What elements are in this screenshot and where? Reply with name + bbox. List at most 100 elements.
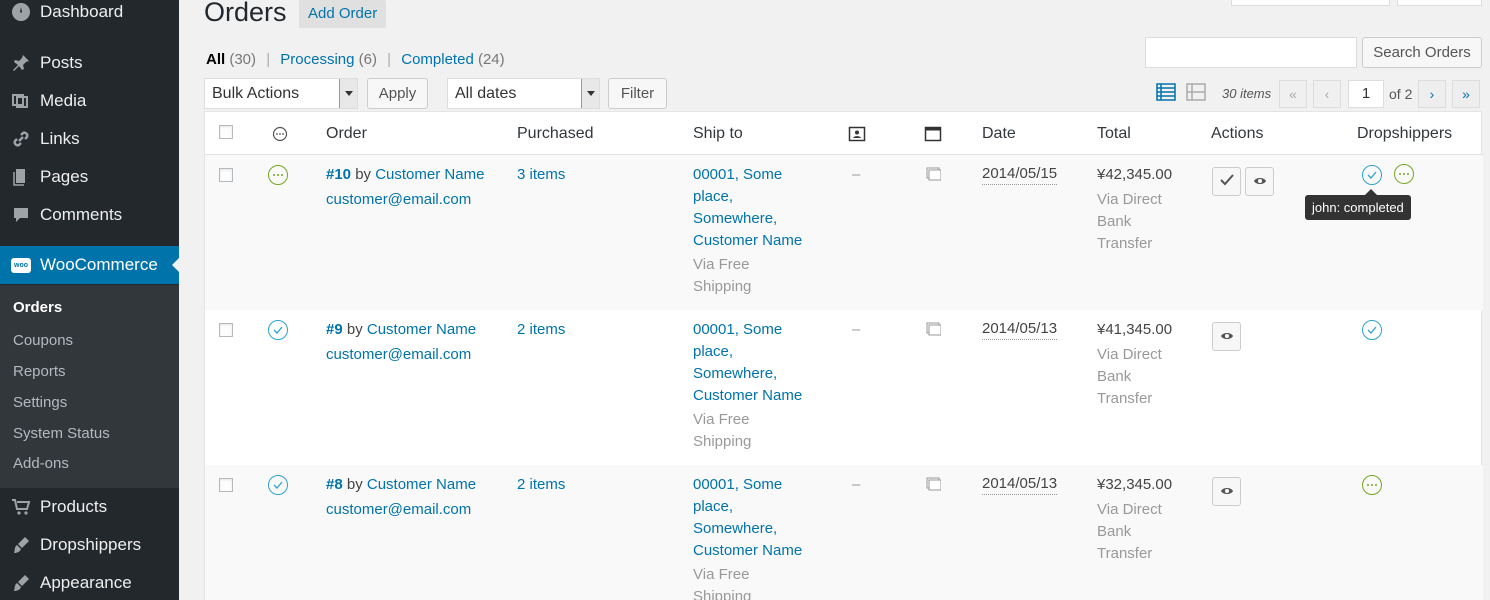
order-note-icon[interactable] [926, 167, 942, 185]
order-date: 2014/05/15 [982, 164, 1058, 185]
last-page-button[interactable]: » [1452, 80, 1480, 108]
order-number-link[interactable]: #8 [326, 476, 343, 493]
order-by-text: by [355, 166, 372, 183]
select-all-checkbox[interactable] [219, 125, 233, 139]
search-input[interactable] [1145, 37, 1357, 68]
customer-message-empty: – [852, 166, 861, 183]
bulk-actions-select[interactable]: Bulk Actions [204, 78, 358, 109]
column-purchased[interactable]: Purchased [517, 125, 594, 143]
submenu-reports[interactable]: Reports [13, 363, 66, 380]
current-page-input[interactable]: 1 [1348, 80, 1384, 108]
column-ship-to[interactable]: Ship to [693, 125, 743, 143]
complete-order-button[interactable] [1212, 167, 1241, 196]
address-line[interactable]: Somewhere, [693, 208, 802, 230]
sidebar-item-dropshippers[interactable]: Dropshippers [0, 526, 179, 564]
ship-to-address[interactable]: 00001, Some place, Somewhere, Customer N… [693, 319, 802, 453]
submenu-add-ons[interactable]: Add-ons [13, 455, 69, 472]
apply-button[interactable]: Apply [367, 78, 428, 109]
view-all[interactable]: All [206, 51, 225, 68]
submenu-system-status[interactable]: System Status [13, 425, 110, 442]
sidebar-item-posts[interactable]: Posts [0, 44, 179, 82]
address-line[interactable]: Customer Name [693, 385, 802, 407]
order-status-views: All (30) | Processing (6) | Completed (2… [206, 51, 505, 68]
dropshipper-processing-icon[interactable] [1362, 475, 1382, 495]
customer-email-link[interactable]: customer@email.com [326, 499, 471, 521]
view-order-button[interactable] [1245, 167, 1274, 196]
screen-options-tab[interactable] [1231, 0, 1390, 6]
purchased-items-link[interactable]: 2 items [517, 474, 565, 496]
first-page-button[interactable]: « [1279, 80, 1307, 108]
page-title: Orders [204, 0, 287, 27]
address-line[interactable]: 00001, Some [693, 164, 802, 186]
address-line[interactable]: Customer Name [693, 540, 802, 562]
sidebar-item-products[interactable]: Products [0, 488, 179, 526]
column-order[interactable]: Order [326, 125, 367, 143]
view-order-button[interactable] [1212, 322, 1241, 351]
sidebar-item-woocommerce[interactable]: woo WooCommerce [0, 246, 180, 284]
sidebar-item-comments[interactable]: Comments [0, 196, 179, 234]
order-number-link[interactable]: #9 [326, 321, 343, 338]
submenu-orders[interactable]: Orders [13, 299, 62, 316]
customer-email-link[interactable]: customer@email.com [326, 189, 471, 211]
customer-name-link[interactable]: Customer Name [367, 476, 476, 493]
dropshipper-completed-icon[interactable] [1362, 320, 1382, 340]
customer-message-icon [848, 125, 866, 147]
address-line[interactable]: place, [693, 341, 802, 363]
view-processing[interactable]: Processing [280, 51, 354, 68]
sidebar-item-links[interactable]: Links [0, 120, 179, 158]
filter-button[interactable]: Filter [608, 78, 667, 109]
dropshipper-completed-icon[interactable] [1362, 165, 1382, 185]
address-line[interactable]: Somewhere, [693, 363, 802, 385]
view-order-button[interactable] [1212, 477, 1241, 506]
submenu-coupons[interactable]: Coupons [13, 332, 73, 349]
eye-icon [1253, 173, 1267, 190]
ship-to-address[interactable]: 00001, Some place, Somewhere, Customer N… [693, 164, 802, 298]
sidebar-item-dashboard[interactable]: Dashboard [0, 0, 179, 31]
help-tab[interactable] [1397, 0, 1482, 6]
row-checkbox[interactable] [219, 478, 233, 492]
customer-email-link[interactable]: customer@email.com [326, 344, 471, 366]
address-line[interactable]: Customer Name [693, 230, 802, 252]
dropshipper-processing-icon[interactable] [1394, 164, 1414, 184]
comment-icon [10, 204, 32, 226]
purchased-items-link[interactable]: 3 items [517, 164, 565, 186]
order-note-icon[interactable] [926, 477, 942, 495]
items-count: 30 items [1222, 86, 1272, 101]
orders-table: Order Purchased Ship to Date Total Actio… [204, 111, 1483, 600]
order-number-link[interactable]: #10 [326, 166, 351, 183]
view-separator: | [387, 51, 392, 68]
list-view-icon[interactable] [1156, 82, 1176, 106]
column-date[interactable]: Date [982, 125, 1016, 143]
customer-name-link[interactable]: Customer Name [367, 321, 476, 338]
row-checkbox[interactable] [219, 168, 233, 182]
order-notes-icon [924, 125, 942, 147]
search-orders-button[interactable]: Search Orders [1362, 37, 1482, 68]
payment-method: Bank [1097, 523, 1132, 540]
sidebar-item-media[interactable]: Media [0, 82, 179, 120]
view-completed[interactable]: Completed [401, 51, 474, 68]
address-line[interactable]: Somewhere, [693, 518, 802, 540]
excerpt-view-icon[interactable] [1186, 82, 1206, 106]
sidebar-item-appearance[interactable]: Appearance [0, 564, 179, 600]
address-line[interactable]: 00001, Some [693, 319, 802, 341]
row-checkbox[interactable] [219, 323, 233, 337]
payment-method: Via Direct [1097, 191, 1162, 208]
ship-to-address[interactable]: 00001, Some place, Somewhere, Customer N… [693, 474, 802, 600]
status-column-icon[interactable] [272, 126, 288, 146]
submenu-settings[interactable]: Settings [13, 394, 67, 411]
customer-name-link[interactable]: Customer Name [375, 166, 484, 183]
column-total[interactable]: Total [1097, 125, 1131, 143]
next-page-button[interactable]: › [1418, 80, 1446, 108]
completed-status-icon [268, 475, 288, 495]
purchased-items-link[interactable]: 2 items [517, 319, 565, 341]
dates-select[interactable]: All dates [447, 78, 600, 109]
sidebar-item-label: Products [40, 497, 108, 516]
address-line[interactable]: 00001, Some [693, 474, 802, 496]
order-note-icon[interactable] [926, 322, 942, 340]
add-order-button[interactable]: Add Order [299, 0, 387, 28]
address-line[interactable]: place, [693, 496, 802, 518]
sidebar-item-pages[interactable]: Pages [0, 158, 179, 196]
address-line[interactable]: place, [693, 186, 802, 208]
order-by-text: by [346, 321, 363, 338]
prev-page-button[interactable]: ‹ [1313, 80, 1341, 108]
